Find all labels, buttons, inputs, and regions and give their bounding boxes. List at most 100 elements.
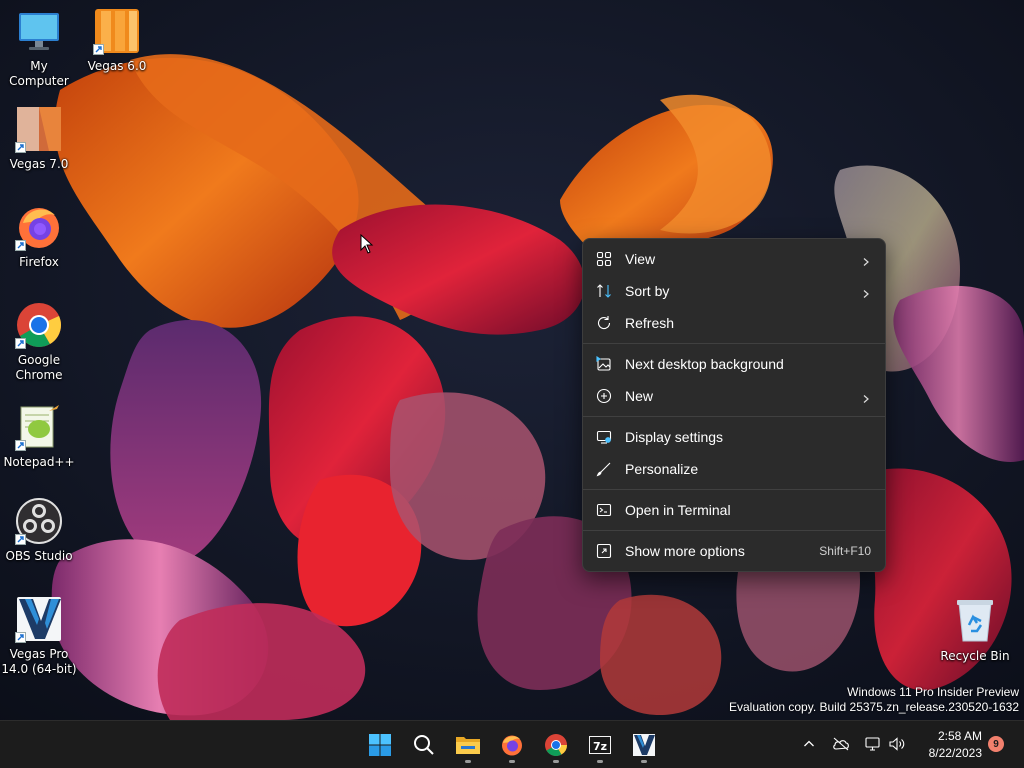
desktop-icon-vegas-pro[interactable]: Vegas Pro 14.0 (64-bit) <box>0 595 79 677</box>
taskbar-firefox[interactable] <box>494 727 530 763</box>
desktop-icon-google-chrome[interactable]: Google Chrome <box>0 301 79 383</box>
system-clock[interactable]: 2:58 AM 8/22/2023 <box>918 728 982 762</box>
firefox-icon <box>15 203 63 251</box>
7zip-icon: 7z <box>589 736 611 754</box>
desktop-icon-label: Google Chrome <box>15 353 63 382</box>
desktop-icon-recycle-bin[interactable]: Recycle Bin <box>935 597 1015 664</box>
clock-date: 8/22/2023 <box>928 746 982 760</box>
desktop-icon-my-computer[interactable]: My Computer <box>0 7 79 89</box>
desktop-icon-notepadpp[interactable]: Notepad++ <box>0 403 79 470</box>
menu-item-next-desktop-background[interactable]: Next desktop background <box>583 348 885 380</box>
desktop-icon-label: Firefox <box>19 255 59 269</box>
running-indicator <box>641 760 647 763</box>
network-tray-button[interactable] <box>862 733 884 755</box>
vegas-6-icon <box>93 7 141 55</box>
notification-badge[interactable]: 9 <box>988 736 1004 752</box>
personalize-brush-icon <box>595 460 613 478</box>
desktop-icon-vegas-6[interactable]: Vegas 6.0 <box>77 7 157 74</box>
shortcut-arrow-icon <box>15 632 26 643</box>
menu-item-label: Show more options <box>625 543 745 559</box>
onedrive-offline-icon <box>833 737 849 751</box>
search-icon <box>414 735 434 755</box>
monitor-icon <box>15 7 63 55</box>
chrome-icon <box>15 301 63 349</box>
chevron-right-icon <box>861 254 871 266</box>
display-settings-icon <box>595 428 613 446</box>
menu-item-show-more-options[interactable]: Show more options Shift+F10 <box>583 535 885 567</box>
chrome-icon <box>545 734 567 756</box>
menu-item-label: View <box>625 251 656 267</box>
desktop-context-menu: View Sort by Refresh Next desktop backgr… <box>582 238 886 572</box>
shortcut-arrow-icon <box>15 240 26 251</box>
start-icon <box>369 734 391 756</box>
menu-item-label: Refresh <box>625 315 675 331</box>
running-indicator <box>553 760 559 763</box>
sort-icon <box>595 282 613 300</box>
menu-item-label: Next desktop background <box>625 356 784 372</box>
vegas-7-icon <box>15 105 63 153</box>
chevron-right-icon <box>861 286 871 298</box>
obs-icon <box>15 497 63 545</box>
watermark-line-1: Windows 11 Pro Insider Preview <box>847 685 1019 699</box>
more-options-icon <box>595 542 613 560</box>
menu-item-label: Sort by <box>625 283 670 299</box>
desktop-icon-label: Vegas 6.0 <box>87 59 147 73</box>
vegas-pro-icon <box>15 595 63 643</box>
new-plus-icon <box>595 387 613 405</box>
taskbar-file-explorer[interactable] <box>450 727 486 763</box>
onedrive-tray-button[interactable] <box>830 733 852 755</box>
taskbar-7zip[interactable]: 7z <box>582 727 618 763</box>
chevron-up-icon <box>804 740 814 747</box>
next-background-icon <box>595 355 613 373</box>
firefox-icon <box>502 735 522 756</box>
volume-tray-button[interactable] <box>886 733 908 755</box>
volume-icon <box>889 737 905 751</box>
menu-separator <box>583 489 885 490</box>
desktop-icon-obs-studio[interactable]: OBS Studio <box>0 497 79 564</box>
shortcut-arrow-icon <box>15 534 26 545</box>
shortcut-arrow-icon <box>15 338 26 349</box>
mouse-cursor-icon <box>360 234 374 254</box>
desktop-icon-firefox[interactable]: Firefox <box>0 203 79 270</box>
menu-item-label: New <box>625 388 654 404</box>
menu-item-label: Open in Terminal <box>625 502 731 518</box>
recycle-bin-icon <box>951 597 999 645</box>
menu-separator <box>583 416 885 417</box>
taskbar-vegas-pro[interactable] <box>626 727 662 763</box>
clock-time: 2:58 AM <box>937 729 982 743</box>
desktop-icon-label: Vegas 7.0 <box>9 157 69 171</box>
desktop-icon-label: My Computer <box>9 59 69 88</box>
menu-item-personalize[interactable]: Personalize <box>583 453 885 485</box>
menu-item-open-in-terminal[interactable]: Open in Terminal <box>583 494 885 526</box>
svg-text:7z: 7z <box>593 740 607 753</box>
grid-view-icon <box>595 250 613 268</box>
desktop-icon-label: Notepad++ <box>3 455 75 469</box>
notepadpp-icon <box>15 403 63 451</box>
menu-separator <box>583 530 885 531</box>
watermark-line-2: Evaluation copy. Build 25375.zn_release.… <box>729 700 1019 714</box>
terminal-icon <box>595 501 613 519</box>
taskbar-chrome[interactable] <box>538 727 574 763</box>
file-explorer-icon <box>456 737 480 754</box>
refresh-icon <box>595 314 613 332</box>
menu-separator <box>583 343 885 344</box>
desktop-icon-label: OBS Studio <box>5 549 73 563</box>
vegas-pro-icon <box>633 734 655 756</box>
keyboard-shortcut: Shift+F10 <box>819 544 871 558</box>
show-hidden-icons-button[interactable] <box>798 733 820 755</box>
shortcut-arrow-icon <box>15 440 26 451</box>
menu-item-display-settings[interactable]: Display settings <box>583 421 885 453</box>
desktop[interactable]: My Computer Vegas 6.0 Vegas 7.0 Firefox … <box>0 0 1024 768</box>
running-indicator <box>465 760 471 763</box>
menu-item-new[interactable]: New <box>583 380 885 412</box>
start-button[interactable] <box>362 727 398 763</box>
evaluation-watermark: Windows 11 Pro Insider Preview Evaluatio… <box>729 685 1019 715</box>
menu-item-sort-by[interactable]: Sort by <box>583 275 885 307</box>
menu-item-refresh[interactable]: Refresh <box>583 307 885 339</box>
desktop-icon-label: Vegas Pro 14.0 (64-bit) <box>1 647 77 676</box>
shortcut-arrow-icon <box>93 44 104 55</box>
search-button[interactable] <box>406 727 442 763</box>
chevron-right-icon <box>861 391 871 403</box>
desktop-icon-vegas-7[interactable]: Vegas 7.0 <box>0 105 79 172</box>
menu-item-view[interactable]: View <box>583 243 885 275</box>
